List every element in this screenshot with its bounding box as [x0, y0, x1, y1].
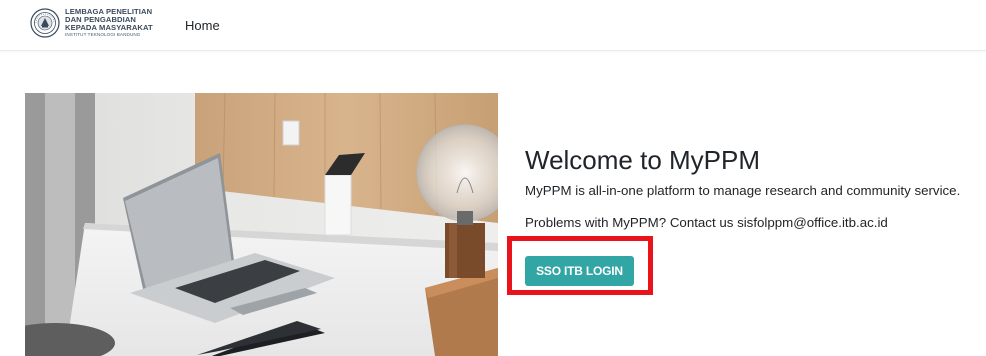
welcome-panel: Welcome to MyPPM MyPPM is all-in-one pla… [525, 144, 986, 232]
top-navbar: LEMBAGA PENELITIAN DAN PENGABDIAN KEPADA… [0, 0, 986, 51]
contact-text: Problems with MyPPM? Contact us sisfolpp… [525, 215, 888, 230]
brand-text: LEMBAGA PENELITIAN DAN PENGABDIAN KEPADA… [65, 8, 153, 38]
institution-seal-icon [30, 8, 60, 38]
sso-itb-login-button[interactable]: SSO ITB LOGIN [525, 256, 634, 286]
hero-image [25, 93, 498, 356]
brand-logo[interactable]: LEMBAGA PENELITIAN DAN PENGABDIAN KEPADA… [30, 8, 153, 38]
platform-description: MyPPM is all-in-one platform to manage r… [525, 183, 961, 198]
nav-home-link[interactable]: Home [185, 18, 220, 33]
desk-workspace-photo [25, 93, 498, 356]
brand-subline: INSTITUT TEKNOLOGI BANDUNG [65, 32, 141, 37]
brand-line-3: KEPADA MASYARAKAT [65, 23, 153, 32]
page-title: Welcome to MyPPM [525, 145, 761, 175]
